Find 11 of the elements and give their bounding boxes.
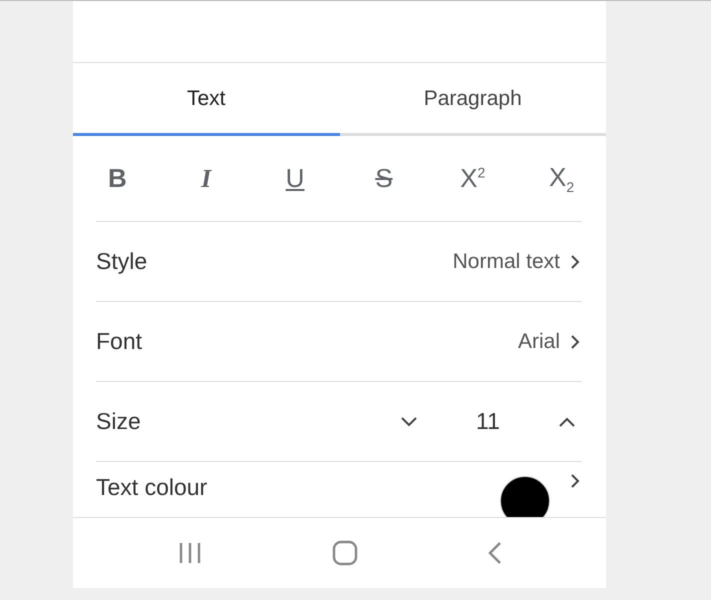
row-label: Font [96,328,144,355]
row-value: Normal text [452,250,560,274]
row-label: Style [96,248,148,275]
chevron-down-icon [401,416,417,426]
row-label: Size [96,408,142,435]
color-swatch[interactable] [500,476,550,517]
row-label: Text colour [96,474,208,501]
size-value: 11 [475,408,501,435]
row-value: Arial [518,330,560,354]
home-button[interactable] [332,540,358,566]
chevron-up-icon [559,416,575,426]
